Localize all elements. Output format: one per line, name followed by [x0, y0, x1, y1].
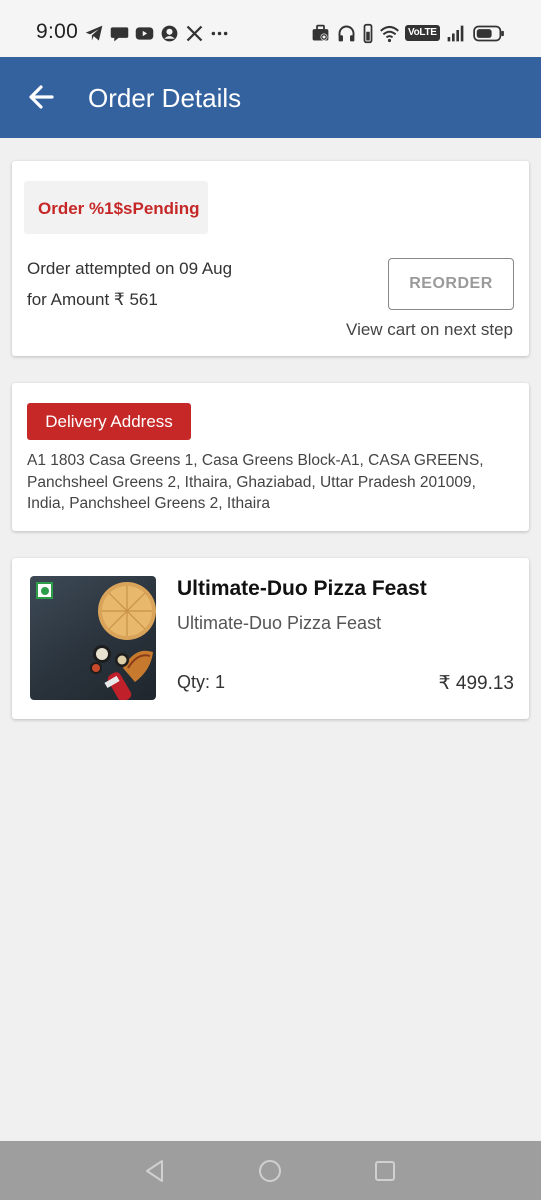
recents-square-icon[interactable] [372, 1158, 398, 1184]
order-item-card: Ultimate-Duo Pizza Feast Ultimate-Duo Pi… [12, 558, 529, 719]
pizza-image [30, 576, 156, 700]
battery-icon [472, 25, 504, 41]
system-icons: VoLTE [310, 21, 507, 45]
order-amount-text: for Amount ₹ 561 [27, 290, 158, 309]
order-status-label: Order %1$sPending [38, 199, 200, 218]
veg-indicator-icon [36, 582, 53, 599]
arrow-left-icon [29, 85, 54, 109]
headphones-icon [338, 25, 355, 41]
status-time: 9:00 [36, 20, 79, 43]
view-cart-note: View cart on next step [346, 320, 513, 339]
volte-badge: VoLTE [405, 25, 440, 41]
reorder-button[interactable]: REORDER [388, 258, 514, 310]
back-button[interactable] [22, 78, 60, 116]
delivery-address-label: Delivery Address [27, 403, 191, 440]
notification-icons [84, 22, 230, 44]
order-status-badge: Order %1$sPending [24, 181, 208, 234]
order-status-card: Order %1$sPending Order attempted on 09 … [12, 161, 529, 356]
signal-icon [447, 25, 464, 41]
delivery-address-card: Delivery Address A1 1803 Casa Greens 1, … [12, 383, 529, 531]
chat-bubble-icon [110, 26, 129, 41]
item-title: Ultimate-Duo Pizza Feast [177, 577, 427, 600]
system-nav-bar [0, 1141, 541, 1200]
more-dots-icon [211, 31, 228, 35]
page-title: Order Details [88, 83, 242, 113]
x-icon [186, 25, 203, 41]
wifi-icon [380, 25, 399, 42]
home-circle-icon[interactable] [257, 1158, 283, 1184]
item-price: ₹ 499.13 [438, 673, 514, 694]
youtube-icon [135, 26, 154, 40]
delivery-address-text: A1 1803 Casa Greens 1, Casa Greens Block… [27, 452, 484, 512]
status-bar: 9:00 VoLTE [0, 0, 541, 57]
back-triangle-icon[interactable] [142, 1158, 168, 1184]
order-attempt-text: Order attempted on 09 Aug [27, 259, 233, 278]
item-quantity: Qty: 1 [177, 672, 226, 692]
briefcase-icon [312, 24, 329, 40]
item-subtitle: Ultimate-Duo Pizza Feast [177, 613, 382, 633]
telegram-icon [85, 25, 103, 40]
app-icon [161, 25, 178, 41]
phone-icon [363, 23, 373, 43]
app-bar: Order Details [0, 57, 541, 138]
